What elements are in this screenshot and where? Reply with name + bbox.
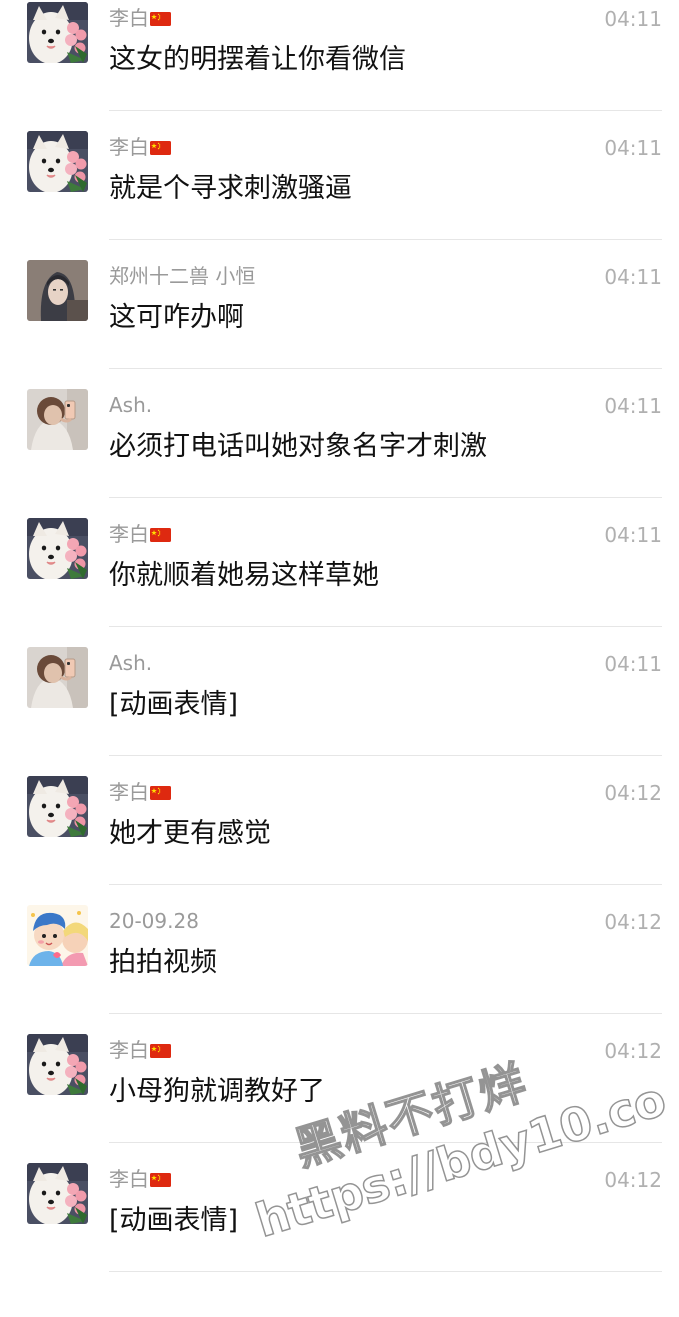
china-flag-icon <box>150 12 171 26</box>
china-flag-icon <box>150 1044 171 1058</box>
avatar[interactable] <box>27 647 88 708</box>
sender-name: 郑州十二兽 小恒 <box>109 263 255 289</box>
sender-name-text: 20-09.28 <box>109 909 199 933</box>
message-text: 她才更有感觉 <box>109 818 271 849</box>
china-flag-icon <box>150 528 171 542</box>
message-time: 04:11 <box>604 652 662 676</box>
sender-name-text: Ash. <box>109 651 153 675</box>
china-flag-icon <box>150 141 171 155</box>
message-time: 04:12 <box>604 1168 662 1192</box>
message-text: 必须打电话叫她对象名字才刺激 <box>109 431 487 462</box>
sender-name: Ash. <box>109 650 152 676</box>
sender-name-text: 李白 <box>109 1167 149 1191</box>
message-row[interactable]: 李白 04:12 [动画表情] <box>0 1143 679 1272</box>
message-text: [动画表情] <box>109 689 239 720</box>
avatar[interactable] <box>27 905 88 966</box>
message-text: [动画表情] <box>109 1205 239 1236</box>
message-text: 拍拍视频 <box>109 947 217 978</box>
sender-name-text: 李白 <box>109 1038 149 1062</box>
sender-name-text: Ash. <box>109 393 153 417</box>
avatar[interactable] <box>27 1163 88 1224</box>
message-text: 这可咋办啊 <box>109 302 244 333</box>
china-flag-icon <box>150 1173 171 1187</box>
message-row[interactable]: 李白 04:12 她才更有感觉 <box>0 756 679 885</box>
message-time: 04:11 <box>604 265 662 289</box>
avatar[interactable] <box>27 260 88 321</box>
sender-name-text: 李白 <box>109 135 149 159</box>
message-row[interactable]: 李白 04:11 就是个寻求刺激骚逼 <box>0 111 679 240</box>
message-row[interactable]: 李白 04:12 小母狗就调教好了 <box>0 1014 679 1143</box>
message-time: 04:12 <box>604 910 662 934</box>
sender-name: 李白 <box>109 134 171 160</box>
message-time: 04:11 <box>604 523 662 547</box>
avatar[interactable] <box>27 2 88 63</box>
message-row[interactable]: 20-09.28 04:12 拍拍视频 <box>0 885 679 1014</box>
sender-name-text: 李白 <box>109 6 149 30</box>
avatar[interactable] <box>27 776 88 837</box>
sender-name-text: 李白 <box>109 780 149 804</box>
message-time: 04:11 <box>604 394 662 418</box>
message-row[interactable]: Ash. 04:11 必须打电话叫她对象名字才刺激 <box>0 369 679 498</box>
message-time: 04:12 <box>604 1039 662 1063</box>
sender-name: 李白 <box>109 1166 171 1192</box>
message-text: 你就顺着她易这样草她 <box>109 560 379 591</box>
sender-name: 李白 <box>109 5 171 31</box>
sender-name: 李白 <box>109 521 171 547</box>
sender-name-text: 李白 <box>109 522 149 546</box>
message-row[interactable]: 李白 04:11 这女的明摆着让你看微信 <box>0 0 679 111</box>
message-time: 04:12 <box>604 781 662 805</box>
china-flag-icon <box>150 786 171 800</box>
message-row[interactable]: 李白 04:11 你就顺着她易这样草她 <box>0 498 679 627</box>
row-divider <box>109 1271 662 1272</box>
message-time: 04:11 <box>604 136 662 160</box>
message-row[interactable]: Ash. 04:11 [动画表情] <box>0 627 679 756</box>
avatar[interactable] <box>27 1034 88 1095</box>
message-row[interactable]: 郑州十二兽 小恒 04:11 这可咋办啊 <box>0 240 679 369</box>
avatar[interactable] <box>27 518 88 579</box>
sender-name-text: 郑州十二兽 小恒 <box>109 264 256 288</box>
message-text: 这女的明摆着让你看微信 <box>109 44 406 75</box>
sender-name: 李白 <box>109 779 171 805</box>
sender-name: 李白 <box>109 1037 171 1063</box>
sender-name: Ash. <box>109 392 152 418</box>
message-text: 小母狗就调教好了 <box>109 1076 325 1107</box>
avatar[interactable] <box>27 389 88 450</box>
message-text: 就是个寻求刺激骚逼 <box>109 173 352 204</box>
message-time: 04:11 <box>604 7 662 31</box>
sender-name: 20-09.28 <box>109 908 199 934</box>
avatar[interactable] <box>27 131 88 192</box>
